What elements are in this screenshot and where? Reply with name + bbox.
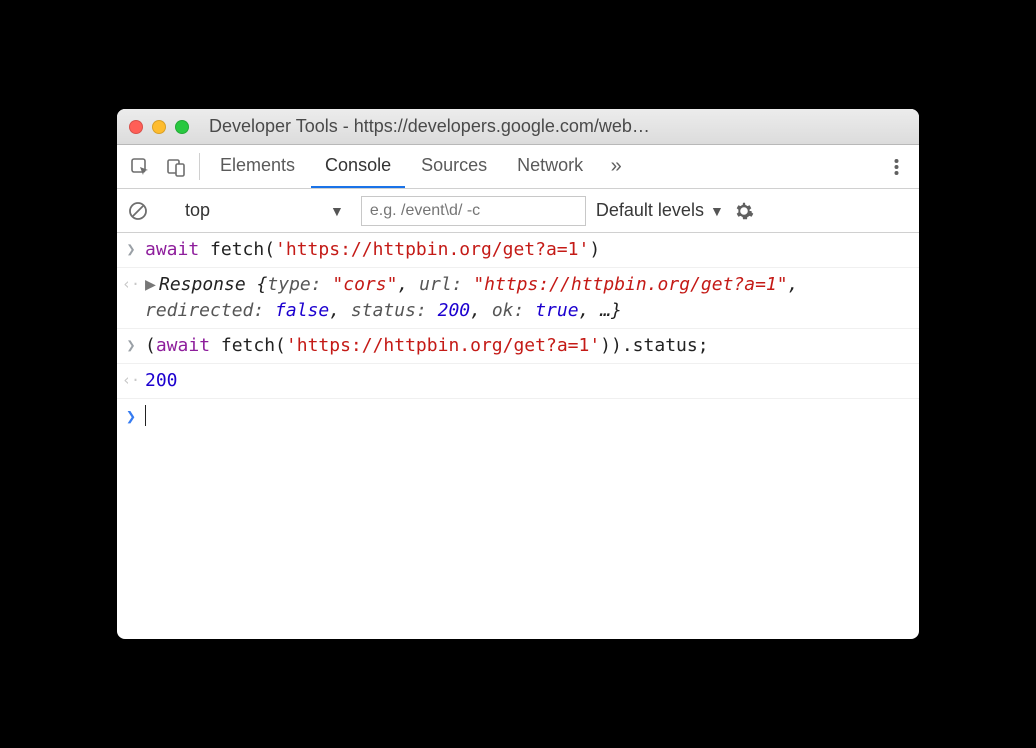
chevron-down-icon: ▼: [330, 203, 344, 219]
output-marker-icon: ‹·: [117, 272, 145, 324]
inspect-icon[interactable]: [123, 145, 157, 188]
separator: [199, 153, 200, 180]
console-result[interactable]: ▶Response {type: "cors", url: "https://h…: [145, 272, 919, 324]
log-levels-selector[interactable]: Default levels ▼: [596, 200, 724, 221]
console-input-row: ❯ await fetch('https://httpbin.org/get?a…: [117, 233, 919, 268]
window-controls: [129, 120, 189, 134]
text-cursor: [145, 405, 146, 426]
console-result: 200: [145, 368, 919, 394]
tab-network[interactable]: Network: [503, 145, 597, 188]
input-marker-icon: ❯: [117, 333, 145, 359]
tab-elements[interactable]: Elements: [206, 145, 309, 188]
input-marker-icon: ❯: [117, 237, 145, 263]
console-output-row: ‹· 200: [117, 364, 919, 399]
window-title: Developer Tools - https://developers.goo…: [199, 116, 907, 137]
chevron-down-icon: ▼: [710, 203, 724, 219]
zoom-icon[interactable]: [175, 120, 189, 134]
settings-icon[interactable]: [734, 201, 754, 221]
console-output-row: ‹· ▶Response {type: "cors", url: "https:…: [117, 268, 919, 329]
titlebar: Developer Tools - https://developers.goo…: [117, 109, 919, 145]
context-label: top: [185, 200, 210, 221]
console-output[interactable]: ❯ await fetch('https://httpbin.org/get?a…: [117, 233, 919, 639]
expand-icon[interactable]: ▶: [145, 272, 159, 298]
console-command: await fetch('https://httpbin.org/get?a=1…: [145, 237, 919, 263]
tabs-overflow-icon[interactable]: »: [599, 145, 633, 188]
devtools-window: Developer Tools - https://developers.goo…: [117, 109, 919, 639]
device-toggle-icon[interactable]: [159, 145, 193, 188]
context-selector[interactable]: top ▼: [178, 197, 351, 224]
console-command: (await fetch('https://httpbin.org/get?a=…: [145, 333, 919, 359]
close-icon[interactable]: [129, 120, 143, 134]
prompt-marker-icon: ❯: [117, 403, 145, 430]
output-marker-icon: ‹·: [117, 368, 145, 394]
minimize-icon[interactable]: [152, 120, 166, 134]
console-input-row: ❯ (await fetch('https://httpbin.org/get?…: [117, 329, 919, 364]
clear-console-icon[interactable]: [127, 200, 149, 222]
filter-input[interactable]: [361, 196, 586, 226]
levels-label: Default levels: [596, 200, 704, 221]
tabbar: Elements Console Sources Network »: [117, 145, 919, 189]
tab-sources[interactable]: Sources: [407, 145, 501, 188]
tab-console[interactable]: Console: [311, 145, 405, 188]
console-input[interactable]: [145, 403, 919, 430]
console-toolbar: top ▼ Default levels ▼: [117, 189, 919, 233]
console-prompt-row[interactable]: ❯: [117, 399, 919, 434]
menu-icon[interactable]: [879, 145, 913, 188]
